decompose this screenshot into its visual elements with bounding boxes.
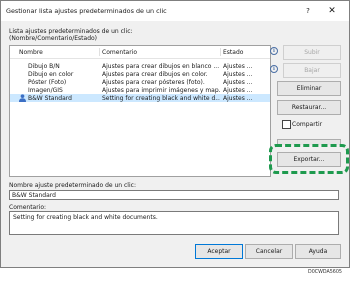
export-highlight-frame — [269, 144, 349, 174]
list-item[interactable]: B&W Standard Setting for creating black … — [10, 94, 270, 102]
delete-button[interactable]: Eliminar — [277, 81, 341, 96]
comment-field[interactable]: Setting for creating black and white doc… — [9, 211, 339, 235]
restore-button[interactable]: Restaurar... — [277, 100, 341, 115]
title-bar: Gestionar lista ajustes predeterminados … — [1, 1, 349, 21]
preset-list[interactable]: Nombre Comentario Estado Dibujo B/N Ajus… — [9, 45, 271, 177]
move-down-button[interactable]: Bajar — [283, 63, 341, 78]
share-checkbox[interactable] — [282, 120, 291, 129]
item-comment: Ajustes para imprimir imágenes y map... — [102, 87, 220, 94]
item-name: Póster (Foto) — [28, 79, 67, 86]
item-name: Imagen/GIS — [28, 87, 63, 94]
close-icon[interactable]: ✕ — [325, 4, 339, 18]
item-status: Ajustes ... — [223, 79, 253, 86]
info-icon: i — [270, 65, 278, 73]
column-header-status[interactable]: Estado — [223, 49, 243, 56]
item-status: Ajustes ... — [223, 63, 253, 70]
comment-label: Comentario: — [9, 204, 47, 211]
item-comment: Ajustes para crear dibujos en blanco ... — [102, 63, 220, 70]
item-status: Ajustes ... — [223, 87, 253, 94]
item-comment: Setting for creating black and white d..… — [102, 95, 220, 102]
help-icon[interactable]: ? — [301, 5, 315, 17]
item-comment: Ajustes para crear pósteres (foto). — [102, 79, 205, 86]
column-separator — [99, 48, 100, 56]
preset-name-field[interactable]: B&W Standard — [9, 190, 339, 200]
manage-presets-dialog: Gestionar lista ajustes predeterminados … — [0, 0, 350, 268]
move-up-button[interactable]: Subir — [283, 45, 341, 60]
item-status: Ajustes ... — [223, 95, 253, 102]
list-item[interactable]: Póster (Foto) Ajustes para crear póstere… — [10, 78, 270, 86]
preset-list-label: Lista ajustes predeterminados de un clic… — [9, 28, 133, 42]
item-comment: Ajustes para crear dibujos en color. — [102, 71, 208, 78]
item-name: Dibujo en color — [28, 71, 74, 78]
preset-name-label: Nombre ajuste predeterminado de un clic: — [9, 182, 136, 189]
cancel-button[interactable]: Cancelar — [245, 244, 293, 259]
column-header-comment[interactable]: Comentario — [102, 49, 137, 56]
list-item[interactable]: Dibujo en color Ajustes para crear dibuj… — [10, 70, 270, 78]
share-checkbox-label[interactable]: Compartir — [292, 121, 322, 128]
ok-button[interactable]: Aceptar — [195, 244, 243, 259]
figure-code: D0CWDA5605 — [308, 270, 342, 275]
dialog-title: Gestionar lista ajustes predeterminados … — [6, 7, 167, 15]
list-header: Nombre Comentario Estado — [10, 46, 270, 59]
list-item[interactable]: Imagen/GIS Ajustes para imprimir imágene… — [10, 86, 270, 94]
column-header-name[interactable]: Nombre — [19, 49, 43, 56]
column-separator — [220, 48, 221, 56]
item-status: Ajustes ... — [223, 71, 253, 78]
info-icon: i — [270, 47, 278, 55]
list-item[interactable]: Dibujo B/N Ajustes para crear dibujos en… — [10, 62, 270, 70]
item-name: Dibujo B/N — [28, 63, 60, 70]
user-icon — [19, 94, 26, 102]
item-name: B&W Standard — [28, 95, 72, 102]
help-button[interactable]: Ayuda — [295, 244, 341, 259]
